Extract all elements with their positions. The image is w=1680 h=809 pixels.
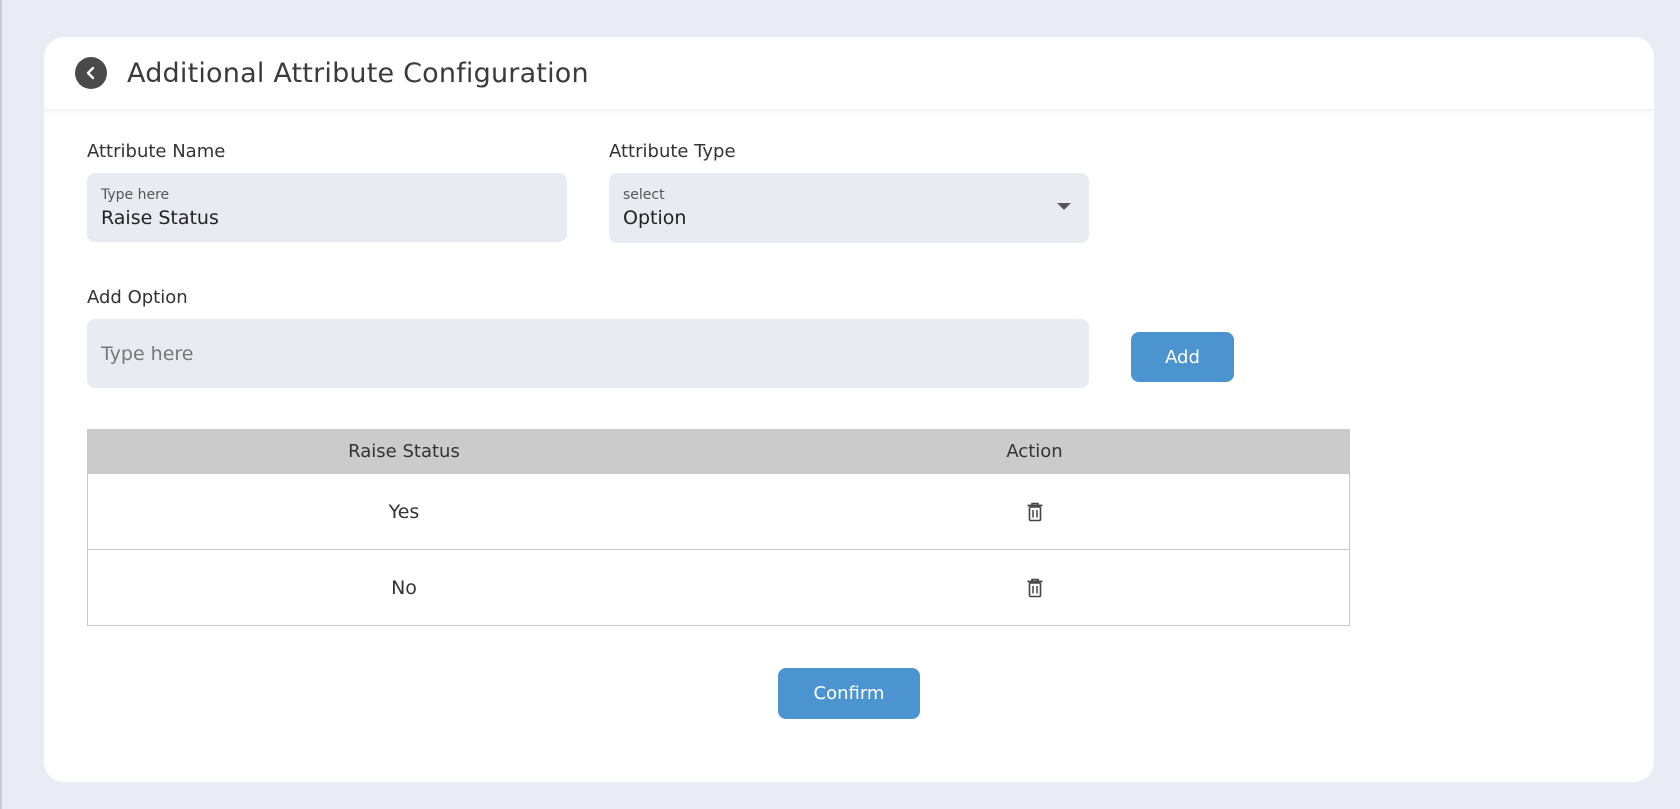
attribute-name-value: Raise Status: [101, 207, 219, 229]
config-card: Additional Attribute Configuration Attri…: [44, 37, 1654, 782]
trash-icon[interactable]: [1025, 501, 1045, 523]
option-value: No: [391, 576, 417, 599]
attribute-name-hint: Type here: [101, 187, 170, 203]
options-table: Raise Status Action Yes No: [87, 429, 1350, 626]
back-button[interactable]: [75, 57, 107, 89]
table-row: No: [88, 549, 1349, 625]
option-value: Yes: [388, 500, 420, 523]
column-header-action: Action: [1006, 441, 1063, 462]
attribute-type-hint: select: [623, 187, 665, 203]
attribute-type-label: Attribute Type: [609, 141, 736, 162]
attribute-name-label: Attribute Name: [87, 141, 226, 162]
confirm-button[interactable]: Confirm: [778, 668, 920, 719]
column-header-raise-status: Raise Status: [348, 441, 460, 462]
card-header: Additional Attribute Configuration: [44, 37, 1654, 110]
action-cell: [720, 501, 1349, 523]
caret-down-icon[interactable]: [1057, 203, 1071, 210]
attribute-name-field[interactable]: Type here Raise Status: [87, 173, 567, 242]
table-row: Yes: [88, 473, 1349, 549]
add-option-input[interactable]: [87, 319, 1089, 388]
add-option-label: Add Option: [87, 287, 188, 308]
trash-icon[interactable]: [1025, 577, 1045, 599]
add-option-field[interactable]: [87, 319, 1089, 388]
table-header: Raise Status Action: [88, 430, 1349, 473]
window-edge: [0, 0, 2, 809]
attribute-type-select[interactable]: select Option: [609, 173, 1089, 243]
add-button[interactable]: Add: [1131, 332, 1234, 382]
action-cell: [720, 577, 1349, 599]
attribute-type-value: Option: [623, 207, 687, 229]
page-title: Additional Attribute Configuration: [127, 57, 589, 89]
chevron-left-icon: [84, 66, 98, 80]
